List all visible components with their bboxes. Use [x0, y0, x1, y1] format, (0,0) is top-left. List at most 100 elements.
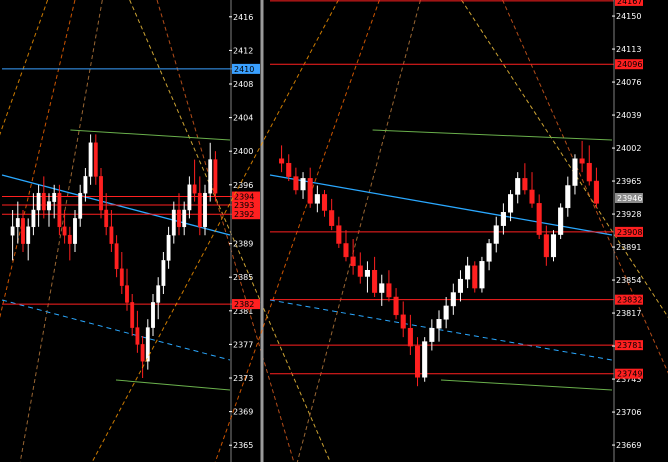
- candle-body: [187, 184, 192, 211]
- price-badge-label: 24096: [617, 60, 642, 69]
- candle-body: [166, 234, 171, 261]
- price-badge-label: 23908: [617, 228, 642, 237]
- y-tick-label: 2412: [233, 46, 253, 55]
- candle-body: [286, 162, 292, 177]
- candle-body: [422, 341, 428, 378]
- y-tick-label: 24150: [616, 12, 641, 21]
- candle-body: [357, 265, 363, 277]
- candle-body: [493, 225, 499, 244]
- candle-body: [572, 158, 578, 186]
- price-badge-label: 2382: [234, 300, 254, 309]
- candle-body: [543, 234, 549, 258]
- candle-body: [213, 159, 218, 194]
- candle-body: [536, 203, 542, 235]
- candle-body: [393, 296, 399, 316]
- candle-body: [21, 218, 25, 244]
- price-badge-label: 2410: [234, 65, 254, 74]
- candle-body: [579, 158, 585, 164]
- candle-body: [109, 226, 114, 244]
- y-tick-label: 2408: [233, 80, 253, 89]
- y-tick-label: 23669: [616, 441, 641, 450]
- candle-body: [515, 178, 521, 195]
- candle-body: [436, 319, 442, 329]
- candle-body: [508, 194, 514, 213]
- candle-body: [67, 234, 72, 244]
- y-tick-label: 2389: [233, 240, 253, 249]
- candle-body: [379, 283, 385, 293]
- y-tick-label: 24076: [616, 78, 641, 87]
- y-tick-label: 2365: [233, 441, 253, 450]
- candle-body: [372, 269, 378, 293]
- y-tick-label: 2377: [233, 340, 253, 349]
- candle-body: [486, 243, 492, 262]
- candle-body: [293, 176, 299, 191]
- candle-body: [472, 265, 478, 289]
- candle-body: [407, 327, 413, 347]
- candle-body: [565, 185, 571, 209]
- candle-body: [314, 194, 320, 204]
- candle-body: [522, 178, 528, 191]
- candle-body: [10, 226, 15, 236]
- candle-body: [156, 285, 161, 303]
- candle-body: [57, 192, 62, 228]
- y-tick-label: 2385: [233, 273, 253, 282]
- candle-body: [130, 302, 135, 328]
- candle-body: [350, 256, 356, 267]
- candle-body: [41, 192, 46, 211]
- candle-body: [125, 285, 129, 303]
- price-badge-label: 23832: [617, 296, 642, 305]
- candle-body: [208, 159, 213, 194]
- y-tick-label: 24039: [616, 111, 641, 120]
- price-badge-label: 23749: [617, 370, 642, 379]
- y-tick-label: 2373: [233, 374, 253, 383]
- candle-body: [145, 327, 150, 362]
- y-tick-label: 2369: [233, 408, 253, 417]
- candle-body: [171, 209, 176, 236]
- candle-body: [161, 260, 166, 286]
- candle-body: [26, 226, 31, 244]
- price-badge-label: 23781: [617, 341, 642, 350]
- candle-body: [307, 178, 313, 204]
- y-tick-label: 2416: [233, 13, 253, 22]
- y-tick-label: 23706: [616, 408, 641, 417]
- candle-body: [279, 158, 285, 164]
- candle-body: [450, 292, 456, 307]
- candle-body: [83, 176, 88, 194]
- candle-body: [140, 344, 145, 362]
- candle-body: [73, 218, 77, 244]
- candle-body: [177, 209, 181, 228]
- candle-body: [182, 209, 187, 228]
- y-tick-label: 24113: [616, 45, 641, 54]
- candle-body: [500, 212, 506, 226]
- price-badge-label: 2393: [234, 201, 254, 210]
- candle-body: [52, 192, 57, 202]
- candle-body: [321, 194, 328, 211]
- candle-body: [99, 176, 103, 211]
- candle-body: [329, 210, 335, 226]
- candle-body: [151, 302, 155, 328]
- y-tick-label: 2396: [233, 181, 253, 190]
- candle-body: [429, 327, 435, 342]
- price-badge-label: 2392: [234, 210, 254, 219]
- trading-charts: 2416241224082404240023962389238523812377…: [0, 0, 668, 462]
- candle-body: [114, 243, 119, 270]
- candle-body: [443, 305, 449, 320]
- candle-body: [119, 268, 124, 286]
- candle-body: [479, 261, 485, 289]
- candle-body: [593, 180, 599, 204]
- candle-body: [93, 142, 98, 177]
- candle-body: [36, 192, 41, 211]
- price-badge-label: 23946: [617, 194, 642, 203]
- candle-body: [203, 192, 207, 228]
- candle-body: [135, 327, 140, 345]
- y-tick-label: 23928: [616, 210, 641, 219]
- y-tick-label: 23854: [616, 276, 641, 285]
- candle-body: [104, 209, 109, 228]
- candle-body: [550, 234, 557, 258]
- candle-body: [15, 218, 20, 228]
- candle-body: [364, 269, 370, 277]
- candle-body: [78, 192, 83, 219]
- candle-body: [558, 207, 564, 235]
- candle-body: [343, 243, 349, 258]
- candle-body: [192, 184, 197, 194]
